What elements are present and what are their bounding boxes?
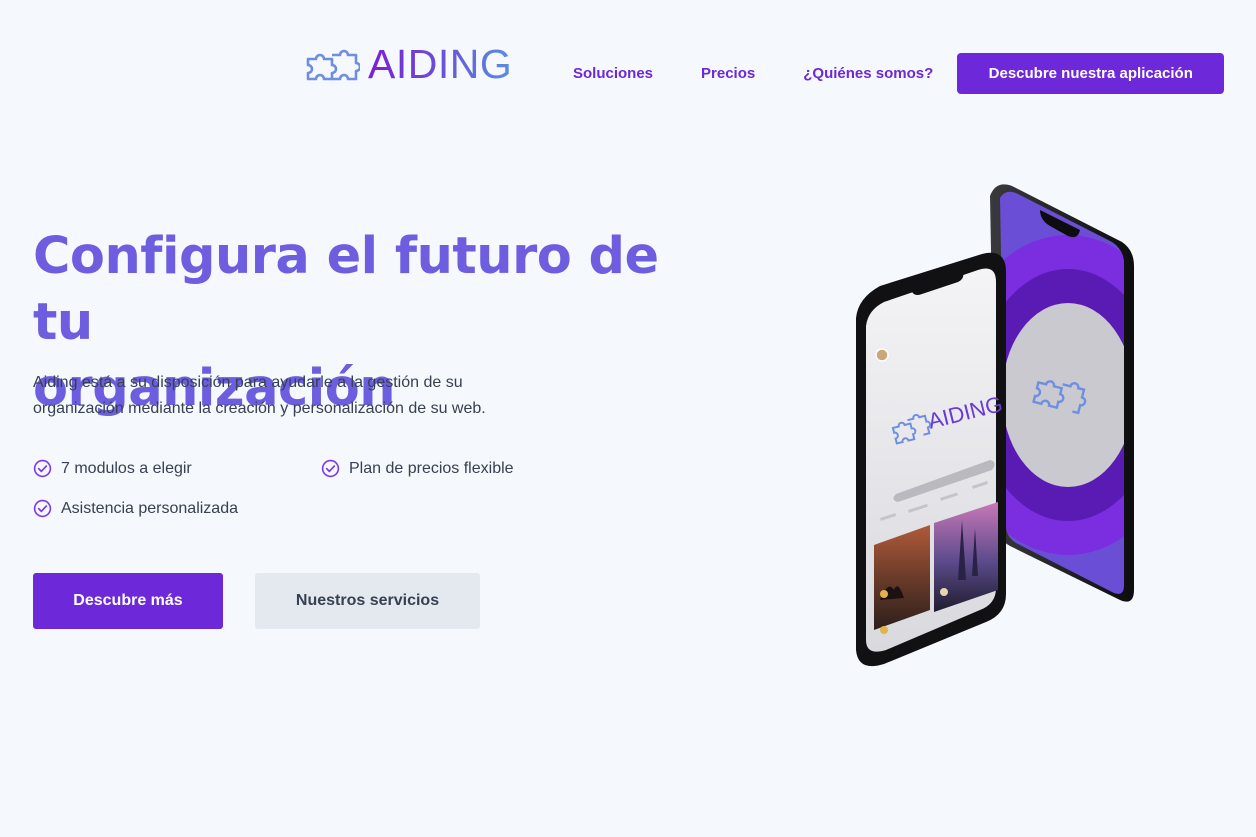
brand-name: AIDING	[368, 41, 513, 87]
hero-subtitle-line1: Aiding está a su disposición para ayudar…	[33, 374, 463, 391]
main-nav: Soluciones Precios ¿Quiénes somos? Descu…	[573, 53, 1225, 94]
nav-link-quienes-somos[interactable]: ¿Quiénes somos?	[803, 65, 933, 82]
check-circle-icon	[33, 459, 52, 478]
phone-mockup-illustration: AIDING	[856, 184, 1134, 667]
feature-label: 7 modulos a elegir	[61, 459, 192, 477]
discover-more-button[interactable]: Descubre más	[33, 573, 223, 629]
feature-item: Asistencia personalizada	[33, 499, 238, 518]
hero-subtitle-line2: organización mediante la creación y pers…	[33, 400, 486, 417]
discover-app-button[interactable]: Descubre nuestra aplicación	[957, 53, 1225, 94]
nav-link-precios[interactable]: Precios	[701, 65, 755, 82]
feature-label: Asistencia personalizada	[61, 499, 238, 517]
hero-title-line1: Configura el futuro de tu	[33, 227, 659, 352]
check-circle-icon	[321, 459, 340, 478]
nav-link-soluciones[interactable]: Soluciones	[573, 65, 653, 82]
feature-label: Plan de precios flexible	[349, 459, 514, 477]
feature-item: Plan de precios flexible	[321, 459, 514, 478]
check-circle-icon	[33, 499, 52, 518]
feature-item: 7 modulos a elegir	[33, 459, 192, 478]
puzzle-icon	[306, 49, 360, 80]
brand-logo[interactable]: AIDING	[304, 44, 512, 85]
our-services-button[interactable]: Nuestros servicios	[255, 573, 480, 629]
hero-subtitle: Aiding está a su disposición para ayudar…	[33, 370, 553, 422]
